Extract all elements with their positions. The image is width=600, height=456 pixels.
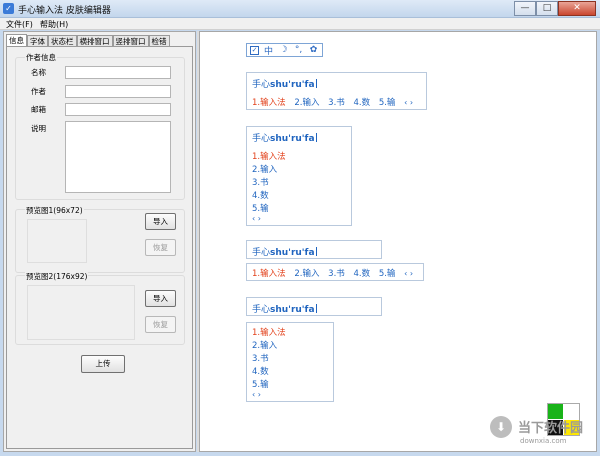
candidate-item[interactable]: 4.数 [353,269,370,279]
menu-file[interactable]: 文件(F) [6,19,33,30]
left-pane: 信息 字体 状态栏 横排窗口 竖排窗口 检错 作者信息 名称 作者 邮箱 说明 … [3,31,196,452]
vertical-candidate-window: 手心shu'ru'fa 1.输入法 2.输入 3.书 4.数 5.输 ‹ › [246,126,352,226]
menu-help[interactable]: 帮助(H) [40,19,68,30]
author-label: 作者 [31,87,46,96]
candidate-item[interactable]: 1.输入法 [252,150,286,162]
window-title: 手心输入法 皮肤编辑器 [18,6,111,16]
candidate-item[interactable]: 5.输 [379,98,396,108]
pager-arrows[interactable]: ‹ › [252,214,261,223]
split-composition-box: 手心shu'ru'fa [246,240,382,259]
name-input[interactable] [65,66,171,79]
candidate-item[interactable]: 5.输 [379,269,396,279]
pager-arrows[interactable]: ‹ › [252,390,261,399]
author-input[interactable] [65,85,171,98]
candidate-item[interactable]: 2.输入 [294,269,319,279]
statusbar-preview[interactable]: ✓ 中 ☽ °, ✿ [246,43,323,57]
preview2-restore-button[interactable]: 恢复 [145,316,176,333]
pinyin-composition: 手心shu'ru'fa [252,304,317,315]
preview2-image [27,285,135,340]
candidate-row: 1.输入法 2.输入 3.书 4.数 5.输 ‹ › [252,267,413,279]
description-textarea[interactable] [65,121,171,193]
watermark-url: downxia.com [520,437,567,445]
watermark-text: 当下软件园 [518,421,584,436]
preview1-import-button[interactable]: 导入 [145,213,176,230]
candidate-item[interactable]: 4.数 [252,365,269,377]
pager-arrows[interactable]: ‹ › [404,98,413,107]
preview-pane: ✓ 中 ☽ °, ✿ 手心shu'ru'fa 1.输入法 2.输入 3.书 4.… [199,31,597,452]
split-horizontal-candidates: 1.输入法 2.输入 3.书 4.数 5.输 ‹ › [246,263,424,281]
candidate-item[interactable]: 3.书 [252,352,269,364]
candidate-item[interactable]: 1.输入法 [252,326,286,338]
upload-button[interactable]: 上传 [81,355,125,373]
pinyin-composition: 手心shu'ru'fa [252,79,317,90]
app-icon: ✓ [3,3,14,14]
download-arrow-icon: ⬇ [490,416,512,438]
window-controls: — □ ✕ [514,1,596,16]
split-vertical-candidates: 1.输入法 2.输入 3.书 4.数 5.输 ‹ › [246,322,334,402]
candidate-item[interactable]: 5.输 [252,378,269,390]
watermark: ⬇ 当下软件园 downxia.com [484,401,597,452]
preview1-restore-button[interactable]: 恢复 [145,239,176,256]
horizontal-candidate-window: 手心shu'ru'fa 1.输入法 2.输入 3.书 4.数 5.输 ‹ › [246,72,427,110]
candidate-item[interactable]: 5.输 [252,202,269,214]
title-bar: ✓ 手心输入法 皮肤编辑器 — □ ✕ [0,0,600,18]
moon-icon: ☽ [279,45,288,55]
candidate-item[interactable]: 2.输入 [252,163,277,175]
split-composition-box: 手心shu'ru'fa [246,297,382,316]
punctuation-icon: °, [294,45,303,55]
candidate-item[interactable]: 2.输入 [294,98,319,108]
candidate-item[interactable]: 3.书 [328,269,345,279]
chinese-mode-icon: 中 [263,46,273,57]
candidate-item[interactable]: 1.输入法 [252,98,286,108]
gear-icon: ✿ [309,45,318,55]
candidate-item[interactable]: 4.数 [353,98,370,108]
preview2-import-button[interactable]: 导入 [145,290,176,307]
candidate-item[interactable]: 3.书 [252,176,269,188]
email-input[interactable] [65,103,171,116]
email-label: 邮箱 [31,105,46,114]
preview2-title: 预览图2(176x92) [25,271,89,282]
minimize-button[interactable]: — [514,1,536,16]
maximize-button[interactable]: □ [536,1,558,16]
candidate-item[interactable]: 2.输入 [252,339,277,351]
author-info-title: 作者信息 [25,52,57,63]
candidate-row: 1.输入法 2.输入 3.书 4.数 5.输 ‹ › [252,96,413,108]
tab-panel-info: 作者信息 名称 作者 邮箱 说明 预览图1(96x72) 导入 恢复 预览图2(… [6,46,193,449]
close-button[interactable]: ✕ [558,1,596,16]
preview1-image [27,219,87,263]
candidate-item[interactable]: 1.输入法 [252,269,286,279]
preview1-title: 预览图1(96x72) [25,205,84,216]
candidate-item[interactable]: 4.数 [252,189,269,201]
pinyin-composition: 手心shu'ru'fa [252,133,317,144]
menu-bar: 文件(F) 帮助(H) [0,18,600,30]
pinyin-composition: 手心shu'ru'fa [252,247,317,258]
checkbox-icon: ✓ [250,45,259,55]
candidate-item[interactable]: 3.书 [328,98,345,108]
name-label: 名称 [31,68,46,77]
pager-arrows[interactable]: ‹ › [404,269,413,278]
description-label: 说明 [31,124,46,133]
